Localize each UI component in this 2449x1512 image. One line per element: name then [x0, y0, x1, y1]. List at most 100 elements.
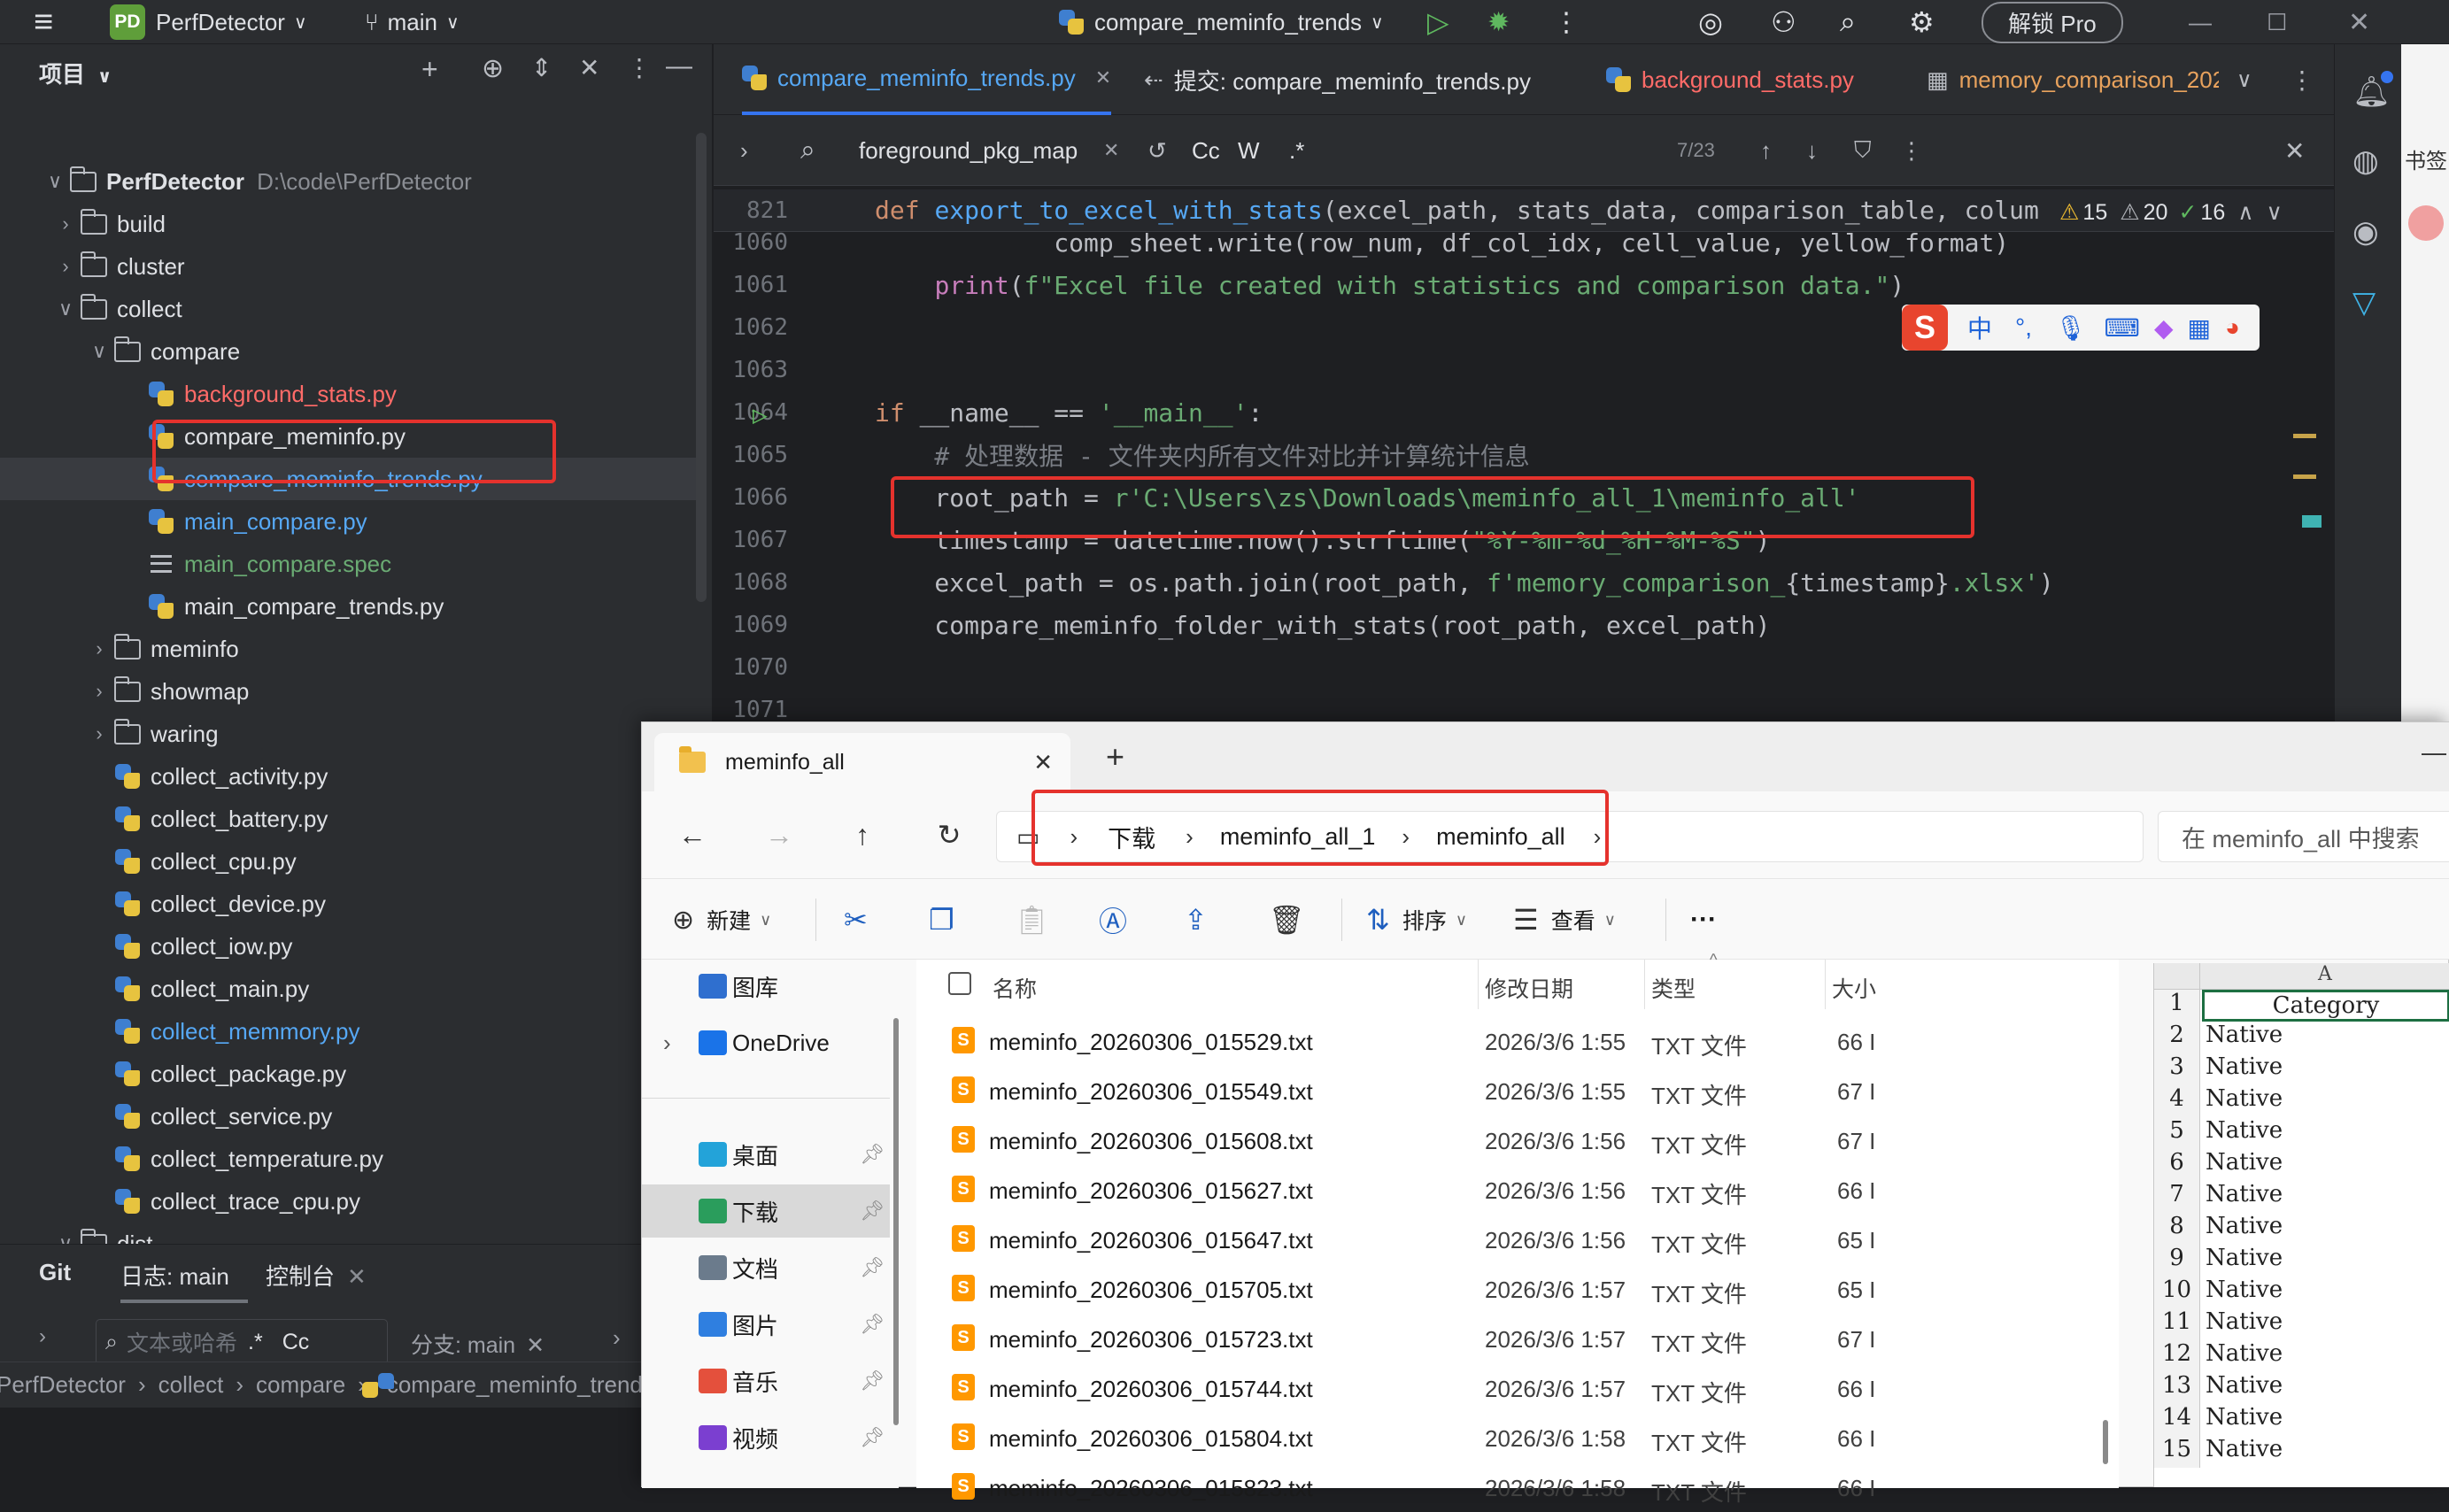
tree-item[interactable]: ∨ collect: [0, 288, 699, 330]
file-row[interactable]: Smeminfo_20260306_015529.txt 2026/3/6 1:5…: [916, 1016, 2103, 1066]
breadcrumb-item[interactable]: compare_meminfo_trends.py: [387, 1371, 646, 1399]
tree-item[interactable]: › showmap: [0, 670, 699, 713]
sidebar-item[interactable]: 视频 📌︎: [642, 1411, 890, 1464]
tree-item[interactable]: › cluster: [0, 245, 699, 288]
spreadsheet-row[interactable]: 2 Native: [2154, 1022, 2449, 1053]
file-row[interactable]: Smeminfo_20260306_015823.txt 2026/3/6 1:5…: [916, 1462, 2103, 1512]
cell-value[interactable]: Native: [2206, 1245, 2283, 1271]
settings-gear-icon[interactable]: ⚙: [1909, 0, 1935, 44]
delete-icon[interactable]: 🗑︎: [1269, 879, 1317, 960]
column-type[interactable]: 类型: [1651, 972, 1696, 1004]
next-match-icon[interactable]: ↓: [1806, 115, 1818, 186]
tree-item[interactable]: collect_temperature.py: [0, 1138, 699, 1180]
file-row[interactable]: Smeminfo_20260306_015608.txt 2026/3/6 1:5…: [916, 1115, 2103, 1165]
regex-toggle[interactable]: .*: [248, 1330, 263, 1355]
sidebar-item[interactable]: 文档 📌︎: [642, 1241, 890, 1294]
branch-filter[interactable]: 分支: main ✕: [411, 1328, 545, 1360]
spreadsheet-row[interactable]: 8 Native: [2154, 1213, 2449, 1245]
cut-icon[interactable]: ✂: [844, 879, 880, 960]
match-case-toggle[interactable]: Cc: [1192, 115, 1220, 186]
git-log-search-input[interactable]: ⌕ 文本或哈希 .* Cc: [96, 1319, 388, 1365]
chevron-right-icon[interactable]: ›: [39, 1324, 46, 1349]
tree-item[interactable]: collect_package.py: [0, 1053, 699, 1095]
cell-value[interactable]: Native: [2206, 1181, 2283, 1207]
sidebar-item[interactable]: › OneDrive: [642, 1016, 890, 1069]
editor-tab-background-stats[interactable]: background_stats.py: [1606, 44, 1854, 115]
column-name[interactable]: 名称: [993, 972, 1037, 1004]
spreadsheet-row[interactable]: 12 Native: [2154, 1340, 2449, 1372]
project-switcher[interactable]: PD PerfDetector ∨: [110, 0, 307, 44]
file-row[interactable]: Smeminfo_20260306_015549.txt 2026/3/6 1:5…: [916, 1066, 2103, 1115]
filter-icon[interactable]: ⛉: [1854, 115, 1872, 186]
project-panel-title[interactable]: 项目 ∨: [39, 57, 112, 89]
up-arrow-icon[interactable]: ↑: [838, 811, 886, 859]
search-icon[interactable]: ⌕: [1840, 0, 1856, 44]
column-header[interactable]: A: [2200, 963, 2449, 990]
column-modified[interactable]: 修改日期: [1485, 972, 1573, 1004]
tree-root[interactable]: ∨ PerfDetector D:\code\PerfDetector: [0, 160, 699, 203]
breadcrumb-item[interactable]: collect: [158, 1371, 224, 1399]
rename-icon[interactable]: Ⓐ: [1099, 879, 1140, 960]
run-gutter-icon[interactable]: ▷: [753, 400, 768, 429]
file-row[interactable]: Smeminfo_20260306_015723.txt 2026/3/6 1:5…: [916, 1314, 2103, 1363]
run-icon[interactable]: ▷: [1427, 0, 1449, 44]
ai-chat-icon[interactable]: ◍: [2352, 143, 2379, 179]
minimize-icon[interactable]: —: [2422, 738, 2446, 767]
tree-item[interactable]: main_compare_trends.py: [0, 585, 699, 628]
close-find-icon[interactable]: ✕: [2284, 115, 2305, 186]
tree-item[interactable]: collect_cpu.py: [0, 840, 699, 883]
coverage-icon[interactable]: ◉: [2352, 214, 2379, 250]
new-file-icon[interactable]: +: [421, 53, 438, 86]
cell-value[interactable]: Native: [2206, 1404, 2283, 1431]
more-actions-icon[interactable]: ⋮: [1553, 0, 1580, 44]
spreadsheet-row[interactable]: 1 Category: [2154, 990, 2449, 1022]
clear-search-icon[interactable]: ✕: [1103, 115, 1119, 186]
tab-list-chevron-icon[interactable]: ∨: [2237, 44, 2252, 115]
tree-item[interactable]: collect_service.py: [0, 1095, 699, 1138]
select-all-cell[interactable]: [2154, 963, 2200, 990]
spreadsheet-row[interactable]: 11 Native: [2154, 1308, 2449, 1340]
spreadsheet-row[interactable]: 7 Native: [2154, 1181, 2449, 1213]
avatar[interactable]: [2408, 205, 2444, 241]
sidebar-scrollbar[interactable]: [893, 1018, 899, 1425]
code-line[interactable]: 1060 comp_sheet.write(row_num, df_col_id…: [714, 221, 2334, 264]
cell-value[interactable]: Native: [2206, 1085, 2283, 1112]
tree-item[interactable]: collect_activity.py: [0, 755, 699, 798]
cell-value[interactable]: Native: [2206, 1308, 2283, 1335]
keyboard-icon[interactable]: ⌨: [2105, 313, 2140, 343]
tree-item[interactable]: collect_battery.py: [0, 798, 699, 840]
refresh-icon[interactable]: ↻: [925, 811, 973, 859]
cell-value[interactable]: Native: [2206, 1277, 2283, 1303]
new-button[interactable]: ⊕ 新建 ∨: [672, 879, 771, 960]
tree-item[interactable]: › waring: [0, 713, 699, 755]
plugin-icon[interactable]: ▽: [2352, 285, 2376, 320]
spreadsheet-row[interactable]: 9 Native: [2154, 1245, 2449, 1277]
punctuation-icon[interactable]: °,: [2015, 313, 2032, 342]
cell-value[interactable]: Native: [2206, 1372, 2283, 1399]
spreadsheet-row[interactable]: 10 Native: [2154, 1277, 2449, 1308]
header-cell[interactable]: Category: [2202, 990, 2449, 1022]
explorer-search-input[interactable]: 在 meminfo_all 中搜索: [2158, 811, 2449, 862]
spreadsheet-row[interactable]: 6 Native: [2154, 1149, 2449, 1181]
cell-value[interactable]: Native: [2206, 1213, 2283, 1239]
chevron-right-icon[interactable]: ›: [663, 1030, 671, 1057]
run-config-selector[interactable]: compare_meminfo_trends ∨: [1059, 0, 1384, 44]
file-list-scrollbar[interactable]: [2103, 1420, 2108, 1464]
code-line[interactable]: 1063: [714, 349, 2334, 391]
chevron-right-icon[interactable]: ›: [613, 1324, 621, 1352]
bookmark-label[interactable]: 书签: [2405, 143, 2447, 174]
voice-icon[interactable]: 🎙: [2055, 313, 2087, 343]
case-toggle[interactable]: Cc: [282, 1330, 310, 1355]
minimize-icon[interactable]: —: [2189, 0, 2212, 44]
cell-value[interactable]: Native: [2206, 1053, 2283, 1080]
sidebar-item[interactable]: 图片 📌︎: [642, 1298, 890, 1351]
tree-item[interactable]: collect_trace_cpu.py: [0, 1180, 699, 1223]
panel-options-icon[interactable]: ⋮: [627, 53, 652, 82]
tree-item[interactable]: main_compare.spec: [0, 543, 699, 585]
file-row[interactable]: Smeminfo_20260306_015804.txt 2026/3/6 1:5…: [916, 1413, 2103, 1462]
tab-git-log[interactable]: 日志: main: [120, 1259, 229, 1292]
skin-icon[interactable]: ◆: [2154, 313, 2174, 343]
hide-panel-icon[interactable]: —: [666, 51, 692, 81]
cell-value[interactable]: Native: [2206, 1436, 2283, 1462]
tree-item[interactable]: main_compare.py: [0, 500, 699, 543]
